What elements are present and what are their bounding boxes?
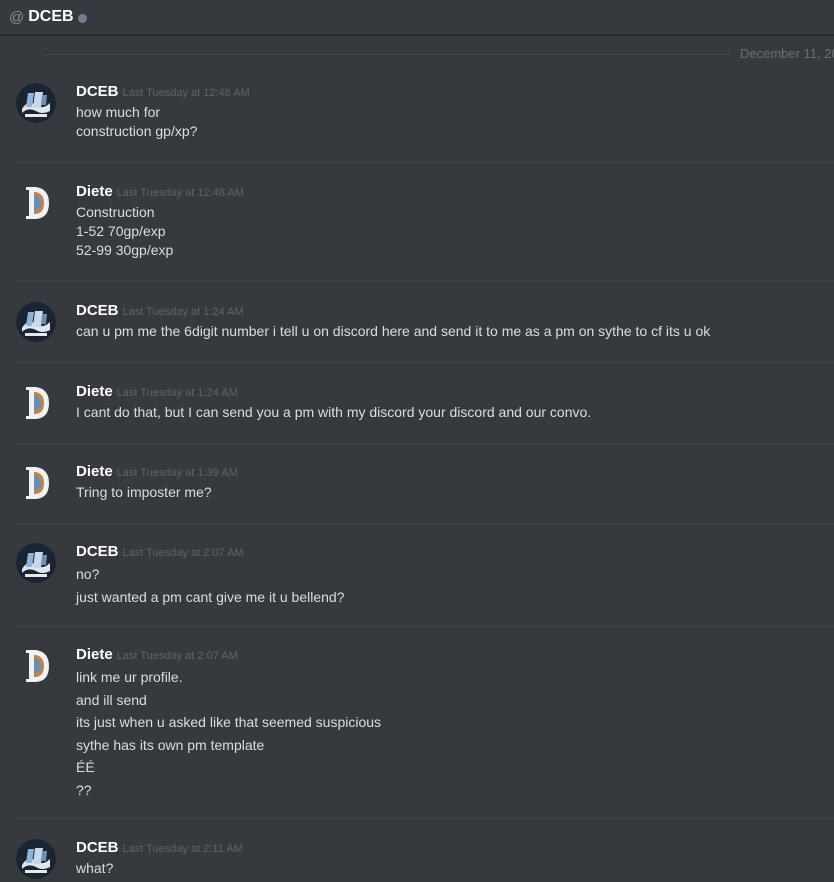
message-line: Construction (76, 204, 155, 220)
discord-dm-window: @ DCEB December 11, 20 DCEB Last Tuesday … (0, 0, 834, 882)
message-line: what? (76, 860, 114, 876)
author-name[interactable]: DCEB (76, 83, 119, 100)
message-content: no? just wanted a pm cant give me it u b… (76, 563, 345, 608)
letter-d-avatar-icon[interactable] (16, 383, 56, 423)
message-timestamp: Last Tuesday at 2:07 AM (116, 650, 238, 662)
message-separator (14, 818, 834, 819)
letter-d-avatar-icon[interactable] (16, 463, 56, 503)
status-offline-icon (77, 13, 87, 23)
message-separator (14, 443, 834, 444)
message-author[interactable]: DCEB Last Tuesday at 2:11 AM (76, 839, 243, 856)
author-name[interactable]: Diete (76, 183, 113, 200)
dm-recipient-name[interactable]: DCEB (28, 8, 73, 26)
channel-header: @ DCEB (0, 0, 834, 35)
dceb-logo-avatar-icon[interactable] (16, 543, 56, 583)
date-divider-label: December 11, 20 (740, 46, 834, 61)
message-timestamp: Last Tuesday at 12:48 AM (122, 87, 250, 99)
message-author[interactable]: DCEB Last Tuesday at 12:48 AM (76, 83, 250, 100)
date-divider: December 11, 20 (0, 44, 834, 64)
message-separator (14, 523, 834, 524)
message-timestamp: Last Tuesday at 2:07 AM (122, 547, 244, 559)
author-name[interactable]: Diete (76, 463, 113, 480)
author-name[interactable]: DCEB (76, 543, 119, 560)
message-author[interactable]: Diete Last Tuesday at 2:07 AM (76, 646, 238, 663)
message-timestamp: Last Tuesday at 12:48 AM (116, 187, 244, 199)
message-line: no? (76, 566, 100, 582)
letter-d-avatar-icon[interactable] (16, 183, 56, 223)
dceb-logo-avatar-icon[interactable] (16, 839, 56, 879)
message-timestamp: Last Tuesday at 1:39 AM (116, 467, 238, 479)
message-line: how much for (76, 104, 161, 120)
message-content: what? (76, 859, 113, 878)
message-author[interactable]: DCEB Last Tuesday at 1:24 AM (76, 302, 244, 319)
message-timestamp: Last Tuesday at 2:11 AM (122, 843, 243, 855)
message-line: 1-52 70gp/exp (76, 223, 166, 239)
message-author[interactable]: DCEB Last Tuesday at 2:07 AM (76, 543, 244, 560)
message-content: I cant do that, but I can send you a pm … (76, 403, 591, 422)
author-name[interactable]: DCEB (76, 839, 119, 856)
message-line: construction gp/xp? (76, 123, 198, 139)
author-name[interactable]: Diete (76, 646, 113, 663)
message-line: its just when u asked like that seemed s… (76, 714, 382, 730)
message-separator (14, 162, 834, 163)
message-content: can u pm me the 6digit number i tell u o… (76, 322, 710, 341)
divider-line (44, 54, 731, 55)
message-timestamp: Last Tuesday at 1:24 AM (122, 306, 244, 318)
author-name[interactable]: Diete (76, 383, 113, 400)
message-content: how much for construction gp/xp? (76, 103, 197, 141)
message-line: link me ur profile. (76, 669, 183, 685)
message-separator (14, 626, 834, 627)
message-line: I cant do that, but I can send you a pm … (76, 404, 592, 420)
message-line: just wanted a pm cant give me it u belle… (76, 588, 345, 605)
message-line: sythe has its own pm template (76, 736, 265, 753)
message-separator (14, 281, 834, 282)
message-content: Construction 1-52 70gp/exp 52-99 30gp/ex… (76, 203, 173, 260)
message-content: Tring to imposter me? (76, 483, 212, 502)
message-separator (14, 362, 834, 363)
message-timestamp: Last Tuesday at 1:24 AM (116, 387, 238, 399)
message-content: link me ur profile. and ill send its jus… (76, 666, 381, 801)
message-line: 52-99 30gp/exp (76, 242, 174, 258)
message-author[interactable]: Diete Last Tuesday at 1:24 AM (76, 383, 238, 400)
message-line: Tring to imposter me? (76, 484, 212, 500)
message-line: and ill send (76, 691, 147, 708)
author-name[interactable]: DCEB (76, 302, 119, 319)
dceb-logo-avatar-icon[interactable] (16, 302, 56, 342)
at-icon: @ (9, 8, 25, 26)
message-line: can u pm me the 6digit number i tell u o… (76, 323, 711, 339)
message-line: ÉÉ (76, 759, 95, 775)
message-author[interactable]: Diete Last Tuesday at 1:39 AM (76, 463, 238, 480)
letter-d-avatar-icon[interactable] (16, 646, 56, 686)
dceb-logo-avatar-icon[interactable] (16, 83, 56, 123)
message-author[interactable]: Diete Last Tuesday at 12:48 AM (76, 183, 244, 200)
message-line: ?? (76, 781, 92, 798)
